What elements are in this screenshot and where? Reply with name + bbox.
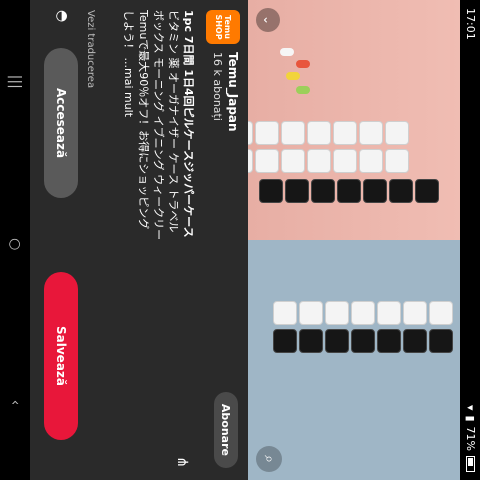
temu-logo-badge[interactable]: Temu SHOP (206, 10, 240, 44)
product-photo[interactable]: ⌕ ⌄ (248, 0, 460, 480)
visual-search-icon[interactable]: ⌕ (256, 446, 282, 472)
save-button[interactable]: Salvează (44, 272, 78, 440)
pill-red (296, 60, 310, 68)
description-line: Temuで最大90％オフ！お得にショッピング (137, 10, 150, 230)
pill-cell (281, 149, 305, 173)
pill-cell (325, 329, 349, 353)
pill-cell (299, 329, 323, 353)
pill-cell (333, 149, 357, 173)
recent-apps-icon[interactable]: ||| (7, 75, 23, 89)
pill-cell (273, 301, 297, 325)
photo-blue-background (248, 240, 460, 480)
share-icon[interactable]: ⋔ (174, 456, 190, 468)
pill-green (296, 86, 310, 94)
temu-logo-line2: SHOP (214, 14, 223, 40)
pill-cell (299, 301, 323, 325)
status-bar: 17:01 ▾ ▮ 71% (460, 0, 480, 480)
pill-yellow (286, 72, 300, 80)
pill-cell (359, 149, 383, 173)
description-line-more[interactable]: しよう！ ...mai mult (121, 10, 136, 440)
phone-portrait: 17:01 ▾ ▮ 71% ⌕ ⌄ Temu SHOP Temu_Japan 1… (0, 0, 480, 480)
temu-logo-line1: Temu (223, 15, 232, 39)
battery-percent: 71% (464, 426, 477, 451)
description-bold-line: 1pc 7日間 1日4回ピルケースジッパーケース (182, 10, 195, 238)
battery-icon (466, 456, 475, 472)
system-nav-bar: ||| ○ ‹ (0, 0, 30, 480)
black-pill-organizer-top (272, 328, 454, 354)
account-name[interactable]: Temu_Japan (226, 52, 240, 132)
pill-cell (307, 149, 331, 173)
pill-cell (333, 121, 357, 145)
home-icon[interactable]: ○ (7, 238, 23, 250)
pill-cell (255, 149, 279, 173)
description-line: ビタミン 薬 オーガナイザー ケース トラベル (167, 10, 180, 233)
see-translation-link[interactable]: Vezi traducerea (85, 10, 96, 88)
pill-cell (415, 179, 439, 203)
pill-cell (359, 121, 383, 145)
pill-cell (377, 329, 401, 353)
down-arrow-icon[interactable]: ⌄ (256, 8, 280, 32)
pill-cell (403, 329, 427, 353)
pill-cell (255, 121, 279, 145)
comment-icon[interactable]: ◓ (54, 10, 70, 22)
pin-details-panel: Temu SHOP Temu_Japan 16 k abonați Abonar… (30, 0, 248, 480)
pill-cell (429, 329, 453, 353)
status-right: ▾ ▮ 71% (464, 405, 477, 472)
pill-cell (389, 179, 413, 203)
white-pill-organizer-top (272, 300, 454, 326)
follow-button[interactable]: Abonare (214, 391, 238, 468)
pill-cell (259, 179, 283, 203)
pill-cell (285, 179, 309, 203)
back-icon[interactable]: ‹ (7, 400, 23, 406)
pill-cell (307, 121, 331, 145)
pill-cell (325, 301, 349, 325)
pill-white (280, 48, 294, 56)
pill-cell (281, 121, 305, 145)
pill-cell (429, 301, 453, 325)
wifi-icon: ▾ (464, 404, 477, 411)
white-pill-organizer-left-lids (248, 148, 410, 174)
pill-cell (337, 179, 361, 203)
pill-cell (363, 179, 387, 203)
visit-button[interactable]: Accesează (44, 48, 78, 198)
pill-cell (351, 329, 375, 353)
description-line: ボックス モーニング イブニング ウィークリー (152, 10, 165, 241)
pill-cell (311, 179, 335, 203)
pill-cell (377, 301, 401, 325)
screen: 17:01 ▾ ▮ 71% ⌕ ⌄ Temu SHOP Temu_Japan 1… (0, 0, 480, 480)
white-pill-organizer-left (248, 120, 410, 146)
pill-cell (273, 329, 297, 353)
pill-cell (351, 301, 375, 325)
pill-cell (248, 149, 253, 173)
pill-cell (385, 149, 409, 173)
follower-count: 16 k abonați (211, 52, 224, 121)
pill-cell (403, 301, 427, 325)
pin-description: 1pc 7日間 1日4回ピルケースジッパーケース ビタミン 薬 オーガナイザー … (121, 10, 196, 440)
pill-cell (248, 121, 253, 145)
signal-icon: ▮ (464, 415, 477, 422)
status-time: 17:01 (464, 8, 477, 40)
black-pill-organizer-bottom (258, 178, 440, 204)
pill-cell (385, 121, 409, 145)
